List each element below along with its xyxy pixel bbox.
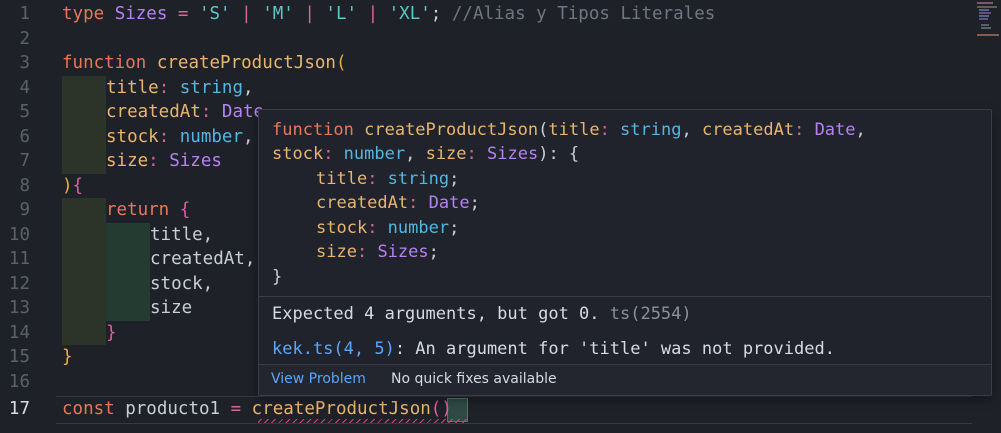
indent-guide	[62, 198, 106, 345]
line-number: 6	[19, 127, 30, 147]
minimap-line	[979, 15, 989, 17]
minimap-line	[981, 24, 989, 26]
minimap-line	[977, 6, 997, 8]
line-number: 15	[8, 347, 30, 367]
line-number: 4	[19, 78, 30, 98]
view-problem-link[interactable]: View Problem	[271, 371, 366, 387]
code-line-17[interactable]: const producto1 = createProductJson()	[62, 397, 452, 422]
signature-line-2: stock: number, size: Sizes): {	[272, 144, 580, 164]
return-type-field: title: string;	[316, 169, 460, 189]
code-line-8[interactable]: ){	[62, 174, 83, 199]
hover-tooltip: function createProductJson(title: string…	[258, 109, 992, 396]
tooltip-divider	[259, 296, 991, 297]
return-type-field: stock: number;	[316, 218, 460, 238]
line-number: 16	[8, 372, 30, 392]
return-type-field: createdAt: Date;	[316, 193, 480, 213]
code-line-15[interactable]: }	[62, 345, 73, 370]
tooltip-action-bar: View Problem No quick fixes available	[259, 364, 991, 395]
indent-guide	[106, 223, 150, 321]
code-line-7[interactable]: size: Sizes	[106, 149, 222, 174]
minimap-line	[979, 9, 989, 11]
code-editor[interactable]: 1 2 3 4 5 6 7 8 9 10 11 12 13 14 15 16 1…	[0, 0, 1001, 433]
signature-line-1: function createProductJson(title: string…	[272, 120, 866, 140]
line-number-active: 17	[8, 399, 30, 419]
code-line-10[interactable]: title,	[150, 223, 213, 248]
minimap-line	[979, 18, 988, 20]
line-number: 7	[19, 151, 30, 171]
code-line-13[interactable]: size	[150, 296, 192, 321]
line-number: 9	[19, 200, 30, 220]
error-message: Expected 4 arguments, but got 0. ts(2554…	[272, 304, 692, 324]
code-line-9[interactable]: return {	[106, 198, 190, 223]
related-info: kek.ts(4, 5): An argument for 'title' wa…	[272, 339, 835, 359]
code-line-4[interactable]: title: string,	[106, 76, 254, 101]
related-location-link[interactable]: kek.ts(4, 5)	[272, 339, 395, 359]
line-number: 1	[19, 4, 30, 24]
line-number: 2	[19, 29, 30, 49]
code-line-5[interactable]: createdAt: Date	[106, 100, 264, 125]
line-number: 10	[8, 225, 30, 245]
code-line-3[interactable]: function createProductJson(	[62, 51, 347, 76]
indent-guide	[62, 76, 106, 174]
return-type-field: size: Sizes;	[316, 242, 439, 262]
line-number: 11	[8, 249, 30, 269]
code-line-14[interactable]: }	[106, 321, 117, 346]
line-number: 13	[8, 298, 30, 318]
code-line-12[interactable]: stock,	[150, 272, 213, 297]
code-line-6[interactable]: stock: number,	[106, 125, 254, 150]
no-quick-fixes-label: No quick fixes available	[391, 371, 557, 387]
error-squiggle	[258, 419, 468, 423]
line-number: 14	[8, 323, 30, 343]
minimap-line	[977, 2, 993, 4]
minimap-line	[979, 12, 991, 14]
code-line-1[interactable]: type Sizes = 'S' | 'M' | 'L' | 'XL'; //A…	[62, 2, 715, 27]
line-number: 5	[19, 102, 30, 122]
minimap[interactable]	[975, 0, 1001, 60]
line-number: 3	[19, 53, 30, 73]
signature-end-brace: }	[272, 267, 283, 287]
minimap-line	[981, 27, 991, 29]
line-number: 12	[8, 274, 30, 294]
minimap-line	[977, 34, 999, 36]
line-number: 8	[19, 176, 30, 196]
code-line-11[interactable]: createdAt,	[150, 247, 255, 272]
